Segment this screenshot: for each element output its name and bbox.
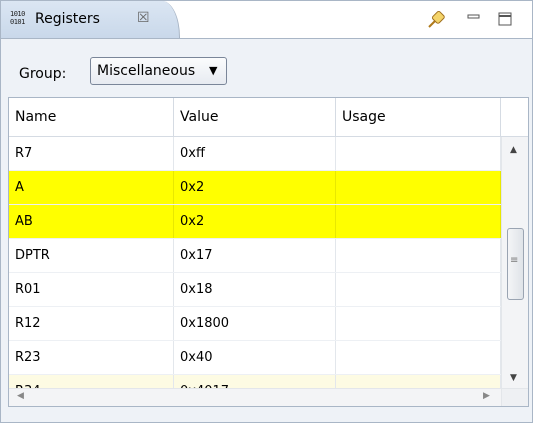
scroll-down-icon[interactable]: ▼ [510,373,517,383]
scrollbar-corner [501,388,528,406]
register-name: R12 [9,307,174,340]
group-select-value: Miscellaneous [97,63,196,79]
registers-view: 1010 0101 Registers ☒ Group: Miscellaneo… [0,0,533,423]
register-name: R7 [9,137,174,170]
table-row[interactable]: AB 0x2 [9,205,501,239]
register-usage [336,307,501,340]
table-header: Name Value Usage [9,98,528,137]
registers-icon: 1010 0101 [10,10,25,26]
table-row[interactable]: A 0x2 [9,171,501,205]
table-row[interactable]: DPTR 0x17 [9,239,501,273]
register-value[interactable]: 0x2 [174,205,336,238]
register-name: A [9,171,174,204]
pin-icon[interactable] [425,8,449,30]
column-header-usage[interactable]: Usage [336,98,501,136]
register-usage [336,171,501,204]
scroll-left-icon[interactable]: ◀ [17,391,24,401]
group-label: Group: [19,66,67,82]
tab-title: Registers [35,11,100,27]
grip-icon: ≡ [510,255,519,266]
register-name: R23 [9,341,174,374]
registers-table: Name Value Usage R7 0xff A 0x2 AB 0x2 DP… [8,97,529,407]
register-value[interactable]: 0x2 [174,171,336,204]
table-body: R7 0xff A 0x2 AB 0x2 DPTR 0x17 R01 0x18 … [9,137,501,406]
scrollbar-thumb[interactable]: ≡ [507,228,524,300]
maximize-icon[interactable] [493,8,517,30]
horizontal-scrollbar[interactable]: ◀ ▶ [9,388,501,406]
register-usage [336,205,501,238]
group-row: Group: Miscellaneous ▼ [2,39,532,93]
register-value[interactable]: 0xff [174,137,336,170]
register-name: AB [9,205,174,238]
minimize-icon[interactable] [462,8,486,30]
register-usage [336,239,501,272]
register-usage [336,137,501,170]
vertical-scrollbar[interactable]: ▲ ≡ ▼ [501,137,528,388]
scroll-right-icon[interactable]: ▶ [483,391,490,401]
register-usage [336,273,501,306]
column-header-name[interactable]: Name [9,98,174,136]
register-value[interactable]: 0x18 [174,273,336,306]
register-name: DPTR [9,239,174,272]
register-value[interactable]: 0x1800 [174,307,336,340]
register-value[interactable]: 0x17 [174,239,336,272]
register-usage [336,341,501,374]
register-value[interactable]: 0x40 [174,341,336,374]
register-name: R01 [9,273,174,306]
column-header-filler [501,98,528,136]
close-icon[interactable]: ☒ [137,10,150,26]
group-select[interactable]: Miscellaneous ▼ [90,57,227,85]
chevron-down-icon: ▼ [209,64,218,77]
table-row[interactable]: R7 0xff [9,137,501,171]
scroll-up-icon[interactable]: ▲ [510,145,517,155]
table-row[interactable]: R12 0x1800 [9,307,501,341]
view-tab-bar: 1010 0101 Registers ☒ [1,1,532,39]
table-row[interactable]: R01 0x18 [9,273,501,307]
registers-tab[interactable]: 1010 0101 Registers ☒ [1,1,180,38]
column-header-value[interactable]: Value [174,98,336,136]
table-row[interactable]: R23 0x40 [9,341,501,375]
